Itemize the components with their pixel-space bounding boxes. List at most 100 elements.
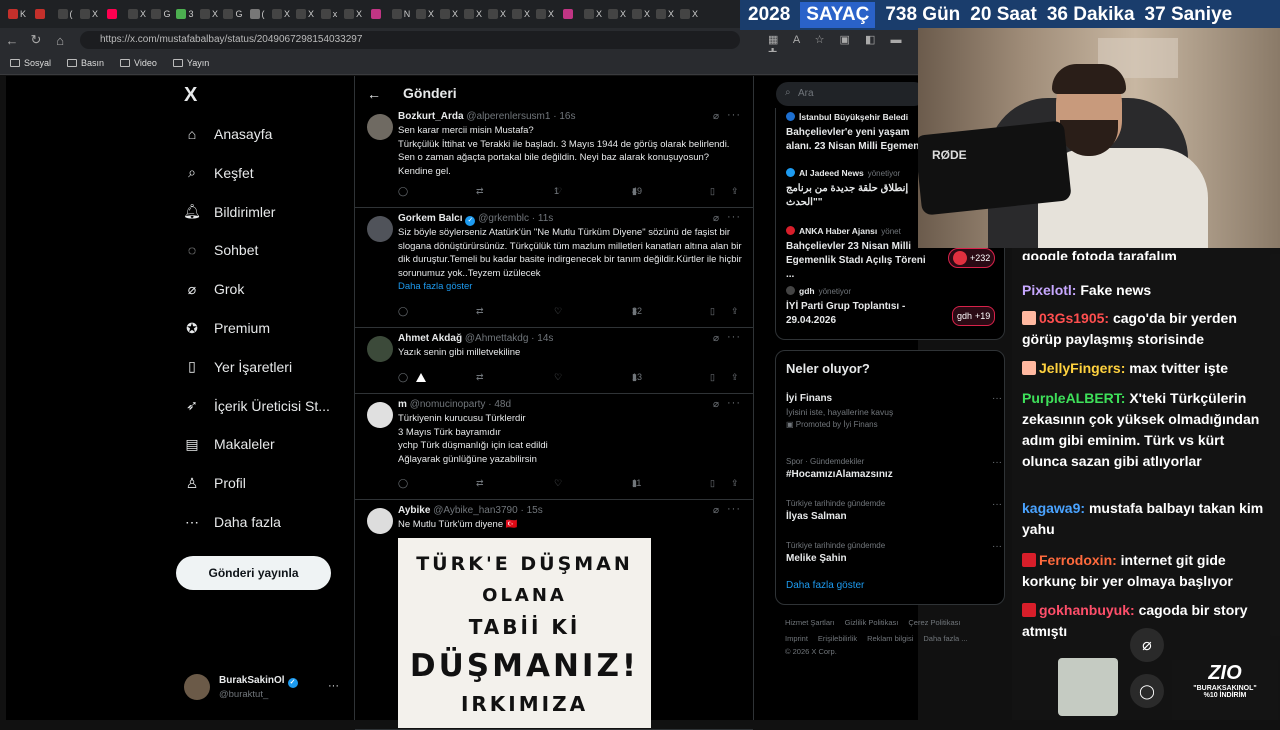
tweet-avatar[interactable] [367,508,393,534]
browser-tab[interactable]: x [318,4,340,24]
account-name[interactable]: BurakSakinOl ✓ [219,675,298,688]
tweet-author[interactable]: Bozkurt_Arda [398,111,464,122]
sidebar-item-bookmark[interactable]: ▯ Yer İşaretleri [184,355,292,379]
tweet-more-icon[interactable]: ··· [727,109,741,121]
live-count-pill[interactable]: gdh +19 [952,306,996,326]
sidebar-item-home[interactable]: ⌂ Anasayfa [184,122,273,146]
trend-item[interactable]: Türkiye tarihinde gündemde Melike Şahin ··… [786,541,1002,564]
trend-item[interactable]: Spor · Gündemdekiler #HocamızıAlamazsınız… [786,457,1002,480]
back-arrow-icon[interactable]: ← [367,86,381,102]
browser-tab[interactable]: G [150,4,172,24]
tweet-more-icon[interactable]: ··· [727,503,741,515]
browser-tab[interactable]: X [342,4,364,24]
browser-tab[interactable]: K [6,4,28,24]
grok-explain-icon[interactable]: ⌀ [713,333,719,344]
grok-float-icon[interactable]: ⌀ [1130,628,1164,662]
browser-tab[interactable] [102,4,124,24]
bookmark-folder[interactable]: Yayın [172,58,209,68]
tweet-author[interactable]: m [398,399,407,410]
bookmark-folder[interactable]: Basın [67,58,104,68]
browser-tab[interactable]: X [126,4,148,24]
tweet-more-icon[interactable]: ··· [727,211,741,223]
trend-more-icon[interactable]: ··· [992,393,1002,404]
browser-tab[interactable]: N [390,4,412,24]
browser-tab[interactable]: X [654,4,676,24]
bookmark-icon[interactable]: ▯ [710,478,715,489]
bookmark-folder[interactable]: Sosyal [10,58,51,68]
reply-icon[interactable]: ◯ [398,478,408,489]
footer-link[interactable]: Reklam bilgisi [867,634,913,643]
reply-icon[interactable]: ◯ [398,186,408,197]
trend-more-icon[interactable]: ··· [992,499,1002,510]
share-icon[interactable]: ⇪ [731,478,739,489]
browser-tab[interactable]: X [678,4,700,24]
sidebar-item-search[interactable]: ⌕ Keşfet [184,161,254,185]
retweet-icon[interactable]: ⇄ [476,372,484,383]
browser-tab[interactable]: G [222,4,244,24]
browser-tab[interactable]: X [462,4,484,24]
tweet[interactable]: Bozkurt_Arda @alperenlersusm1 · 16s ⌀ ··· S… [355,106,753,208]
browser-tab[interactable]: X [438,4,460,24]
tweet[interactable]: m @nomucinoparty · 48d ⌀ ··· Türkiyenin kur… [355,394,753,500]
retweet-icon[interactable]: ⇄ [476,186,484,197]
back-icon[interactable]: ← [0,33,24,48]
url-field[interactable]: https://x.com/mustafabalbay/status/20490… [80,31,740,49]
tweet-author[interactable]: Gorkem Balcı [398,213,462,224]
tweet-more-icon[interactable]: ··· [727,331,741,343]
tweet[interactable]: Gorkem Balcı ✓ @grkemblc · 11s ⌀ ··· Siz böy… [355,208,753,328]
footer-link[interactable]: Imprint [785,634,808,643]
tweet-more-icon[interactable]: ··· [727,397,741,409]
share-icon[interactable]: ⇪ [731,306,739,317]
bookmark-icon[interactable]: ▯ [710,372,715,383]
bookmark-folder[interactable]: Video [120,58,157,68]
reply-icon[interactable]: ◯ [398,306,408,317]
sidebar-item-user[interactable]: ♙ Profil [184,471,246,495]
browser-tab[interactable]: ( [54,4,76,24]
footer-link[interactable]: Çerez Politikası [908,618,960,627]
browser-tab[interactable]: X [534,4,556,24]
trend-more-icon[interactable]: ··· [992,541,1002,552]
sidebar-item-more-circle[interactable]: ⋯ Daha fazla [184,510,281,534]
show-more-link[interactable]: Daha fazla göster [398,281,472,292]
search-input[interactable]: Ara [776,82,926,106]
browser-tab[interactable]: X [294,4,316,24]
account-avatar[interactable] [184,674,210,700]
messages-float-icon[interactable]: ◯ [1130,674,1164,708]
tweet-avatar[interactable] [367,216,393,242]
browser-tab[interactable] [366,4,388,24]
browser-tab[interactable]: X [198,4,220,24]
bookmark-icon[interactable]: ▯ [710,186,715,197]
x-logo[interactable]: X [184,84,197,107]
sidebar-item-article[interactable]: ▤ Makaleler [184,432,274,456]
tweet[interactable]: Ahmet Akdağ @Ahmettakdg · 14s ⌀ ··· Yazık s… [355,328,753,394]
sidebar-item-rocket[interactable]: ➶ İçerik Üreticisi St... [184,394,330,418]
sidebar-item-verified[interactable]: ✪ Premium [184,316,270,340]
sidebar-item-chat[interactable]: ◌ Sohbet [184,238,259,262]
browser-tab[interactable]: X [510,4,532,24]
home-icon[interactable]: ⌂ [48,33,72,48]
browser-tab[interactable]: X [414,4,436,24]
grok-explain-icon[interactable]: ⌀ [713,505,719,516]
grok-explain-icon[interactable]: ⌀ [713,213,719,224]
browser-tab[interactable]: X [78,4,100,24]
reply-icon[interactable]: ◯ [398,372,408,383]
browser-tab[interactable]: X [630,4,652,24]
tweet-author[interactable]: Ahmet Akdağ [398,333,462,344]
retweet-icon[interactable]: ⇄ [476,306,484,317]
browser-tab[interactable]: ( [246,4,268,24]
tweet[interactable]: Aybike @Aybike_han3790 · 15s ⌀ ··· Ne Mutlu… [355,500,753,730]
account-menu-icon[interactable]: ··· [328,680,339,692]
tweet-avatar[interactable] [367,114,393,140]
share-icon[interactable]: ⇪ [731,372,739,383]
browser-tab[interactable] [30,4,52,24]
live-count-pill[interactable]: +232 [948,248,996,268]
browser-tab[interactable]: X [582,4,604,24]
footer-link[interactable]: Daha fazla ... [923,634,967,643]
tweet-image[interactable]: TÜRK'E DÜŞMAN OLANA TABİİ Kİ DÜŞMANIZ! IRKIM… [398,538,651,728]
browser-tab[interactable]: X [486,4,508,24]
footer-link[interactable]: Hizmet Şartları [785,618,835,627]
footer-link[interactable]: Erişilebilirlik [818,634,857,643]
trend-item[interactable]: Türkiye tarihinde gündemde İlyas Salman ··… [786,499,1002,522]
trend-item[interactable]: İyi Finans İyisini iste, hayallerine kavu… [786,393,1002,429]
bookmark-icon[interactable]: ▯ [710,306,715,317]
